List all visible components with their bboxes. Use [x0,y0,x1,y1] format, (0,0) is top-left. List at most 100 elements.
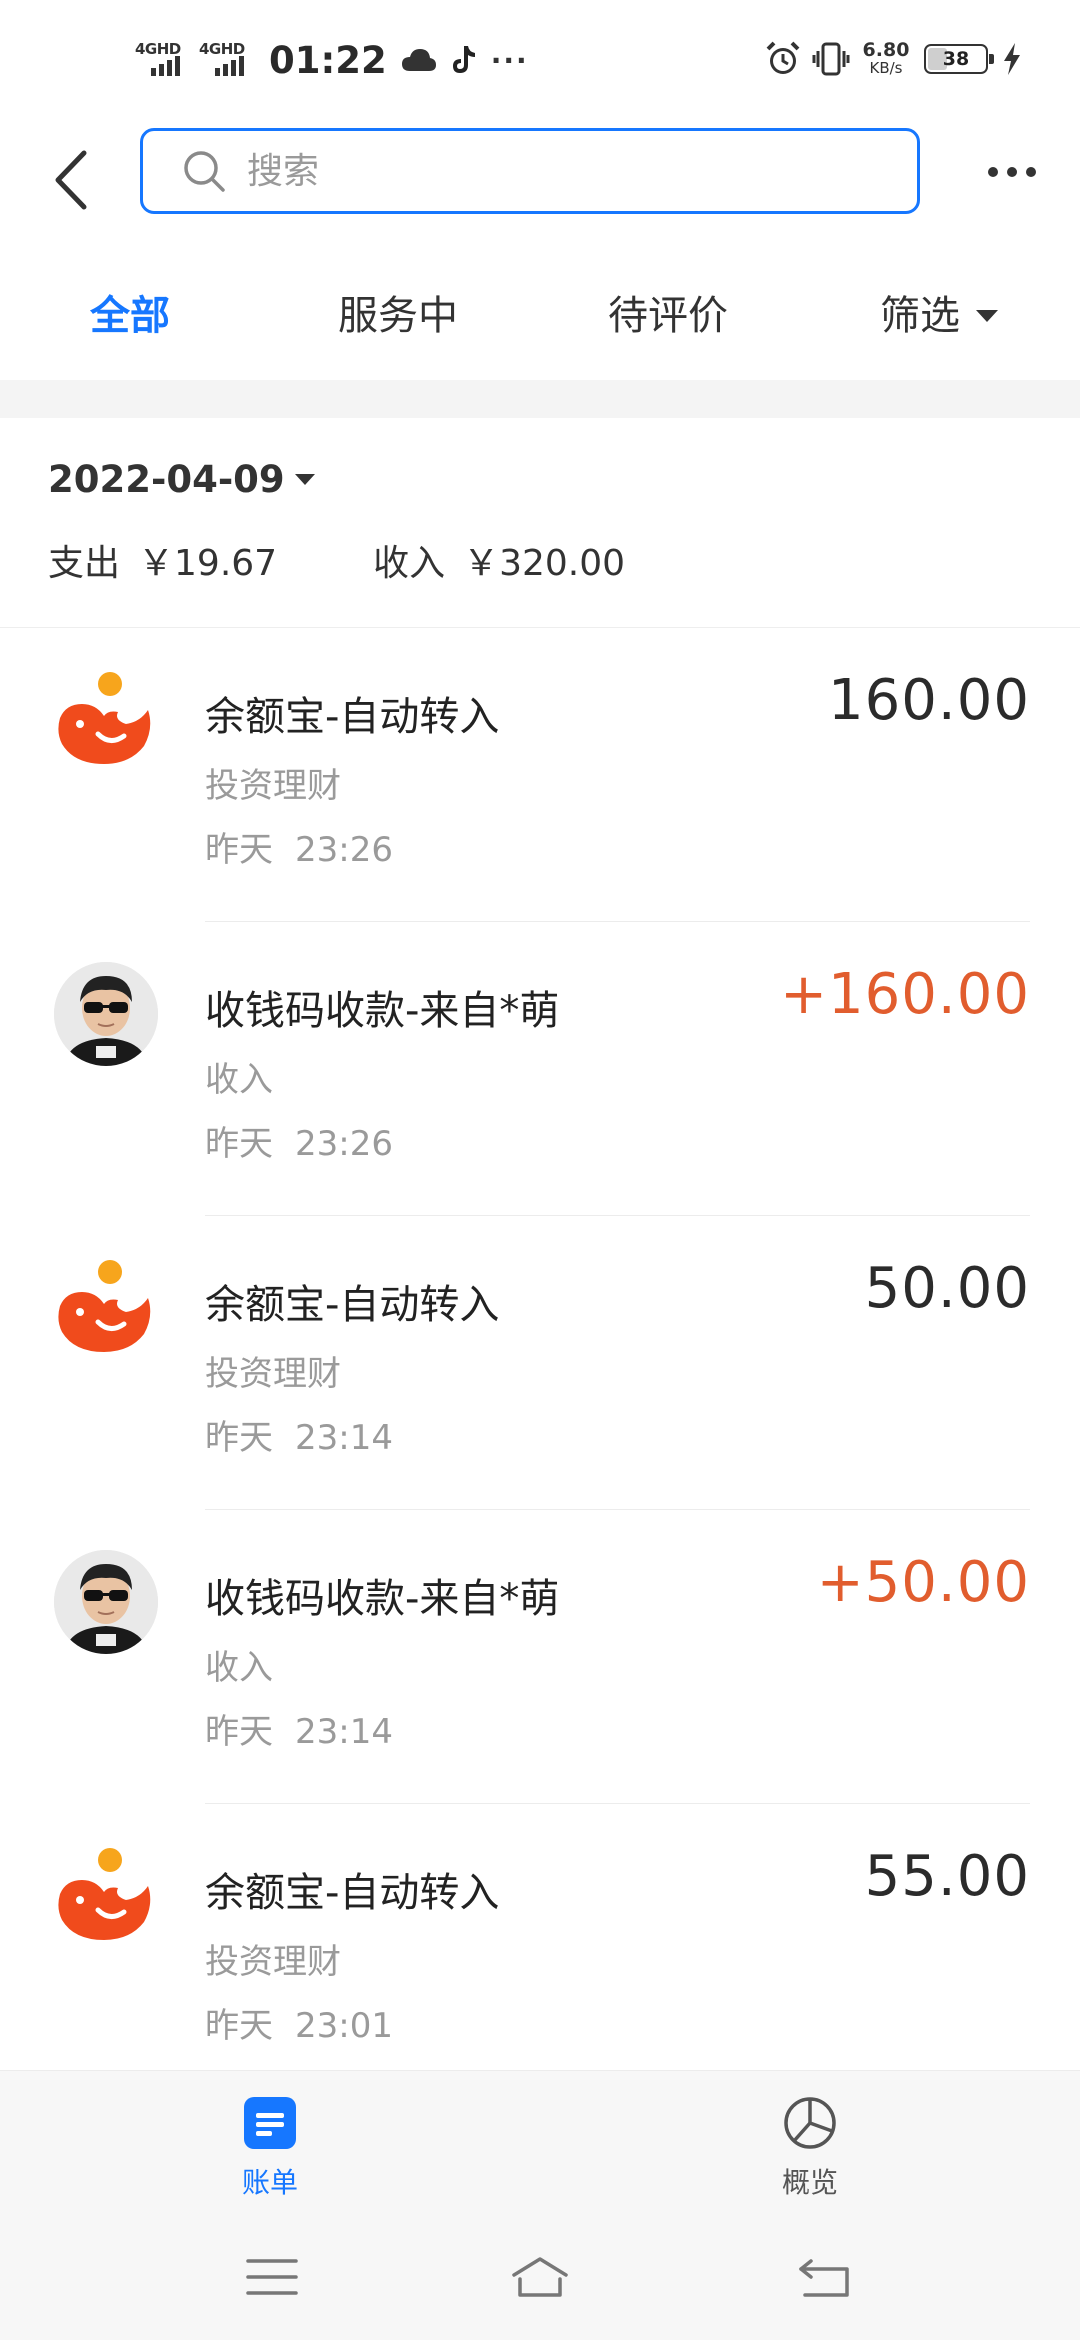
filter-tabs: 全部 服务中 待评价 筛选 [0,260,1080,370]
transaction-category: 投资理财 [205,1354,341,1394]
transaction-day: 昨天 [205,830,273,870]
network-speed: 6.80 KB/s [860,39,912,78]
vibrate-icon [812,42,850,76]
status-left: 4GHD 4GHD 01:22 ··· [135,38,529,82]
cloud-icon [401,49,436,71]
battery-level: 38 [942,48,970,70]
transaction-time: 昨天 23:01 [205,1998,393,2047]
transaction-time: 昨天 23:14 [205,1410,393,1459]
system-menu-button[interactable] [222,2242,322,2312]
back-button[interactable] [40,140,100,220]
status-bar: 4GHD 4GHD 01:22 ··· 6.80 KB/s 38 [0,0,1080,120]
transaction-category: 收入 [205,1060,273,1100]
transaction-title: 余额宝-自动转入 [205,1282,500,1328]
expense-label: 支出 [48,543,121,584]
transaction-day: 昨天 [205,2006,273,2046]
transaction-clock: 23:26 [295,1124,393,1164]
menu-icon [246,2259,298,2295]
pie-chart-icon [784,2097,836,2149]
summary-date: 2022-04-09 [48,458,285,501]
transaction-amount: 160.00 [828,668,1030,733]
transaction-row[interactable]: 收钱码收款-来自*萌 收入 昨天 23:26 +160.00 [0,922,1080,1216]
transaction-row[interactable]: 收钱码收款-来自*萌 收入 昨天 23:14 +50.00 [0,1510,1080,1804]
battery-icon: 38 [924,44,994,74]
user-avatar [54,1550,158,1654]
header [0,120,1080,240]
system-nav-bar [0,2220,1080,2340]
nav-bill-label: 账单 [241,2166,298,2199]
yuebao-icon [58,1260,151,1352]
network-speed-unit: KB/s [869,59,903,77]
search-input[interactable] [247,150,847,192]
back-arrow-icon [55,150,87,210]
transaction-category: 收入 [205,1648,273,1688]
transaction-time: 昨天 23:26 [205,822,393,871]
more-notifications-icon: ··· [490,43,529,77]
yuebao-icon [58,1848,151,1940]
date-picker[interactable]: 2022-04-09 [48,458,315,501]
transaction-category: 投资理财 [205,766,341,806]
transaction-title: 余额宝-自动转入 [205,694,500,740]
nav-bill[interactable]: 账单 [200,2095,340,2205]
transaction-list: 余额宝-自动转入 投资理财 昨天 23:26 160.00 收钱码收款-来自*萌… [0,628,1080,2098]
system-home-button[interactable] [490,2242,590,2312]
transaction-row[interactable]: 余额宝-自动转入 投资理财 昨天 23:14 50.00 [0,1216,1080,1510]
bottom-nav: 账单 概览 [0,2070,1080,2220]
system-back-button[interactable] [774,2242,874,2312]
more-dot-icon [1007,167,1017,177]
search-icon [184,151,225,192]
transaction-clock: 23:14 [295,1712,393,1752]
signal-2-icon: 4GHD [199,40,257,80]
transaction-clock: 23:26 [295,830,393,870]
system-back-icon [799,2259,849,2297]
expense-value: ￥19.67 [138,543,278,584]
income-value: ￥320.00 [463,543,626,584]
bill-icon [244,2097,296,2149]
signal-1-icon: 4GHD [135,40,193,80]
home-icon [512,2257,568,2297]
transaction-amount: +160.00 [780,962,1030,1027]
transaction-day: 昨天 [205,1712,273,1752]
transaction-row[interactable]: 余额宝-自动转入 投资理财 昨天 23:01 55.00 [0,1804,1080,2098]
tab-filter[interactable]: 筛选 [880,288,998,344]
transaction-time: 昨天 23:14 [205,1704,393,1753]
nav-overview[interactable]: 概览 [740,2095,880,2205]
transaction-category: 投资理财 [205,1942,341,1982]
income-label: 收入 [373,543,446,584]
more-dot-icon [1026,167,1036,177]
transaction-row[interactable]: 余额宝-自动转入 投资理财 昨天 23:26 160.00 [0,628,1080,922]
user-avatar [54,962,158,1066]
nav-overview-label: 概览 [781,2166,838,2199]
charging-icon [1004,43,1020,75]
alarm-icon [766,41,800,74]
more-dot-icon [988,167,998,177]
transaction-day: 昨天 [205,1124,273,1164]
status-right: 6.80 KB/s 38 [754,36,1022,82]
transaction-amount: 50.00 [864,1256,1030,1321]
tab-all[interactable]: 全部 [90,288,170,344]
yuebao-icon [58,672,151,764]
transaction-amount: +50.00 [816,1550,1030,1615]
tiktok-icon [452,46,475,73]
section-divider [0,380,1080,418]
tab-in-service[interactable]: 服务中 [338,288,458,344]
transaction-clock: 23:01 [295,2006,393,2046]
search-bar[interactable] [140,128,920,214]
transaction-time: 昨天 23:26 [205,1116,393,1165]
transaction-amount: 55.00 [864,1844,1030,1909]
date-summary: 2022-04-09 支出 ￥19.67 收入 ￥320.00 [0,418,1080,628]
tab-filter-label: 筛选 [880,293,960,339]
transaction-day: 昨天 [205,1418,273,1458]
caret-down-icon [976,310,998,322]
caret-down-icon [294,474,315,485]
transaction-title: 余额宝-自动转入 [205,1870,500,1916]
clock: 01:22 [269,38,387,82]
tab-to-review[interactable]: 待评价 [608,288,728,344]
bill-page: 4GHD 4GHD 01:22 ··· 6.80 KB/s 38 搜索 全部 服… [0,0,1080,2340]
more-options-button[interactable] [972,142,1052,202]
transaction-title: 收钱码收款-来自*萌 [205,988,560,1034]
transaction-clock: 23:14 [295,1418,393,1458]
summary-totals: 支出 ￥19.67 收入 ￥320.00 [48,534,643,586]
network-speed-value: 6.80 [862,39,910,61]
transaction-title: 收钱码收款-来自*萌 [205,1576,560,1622]
